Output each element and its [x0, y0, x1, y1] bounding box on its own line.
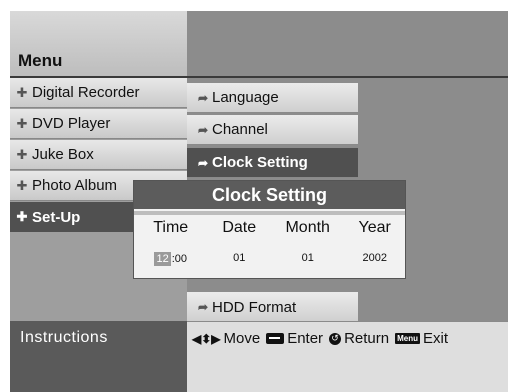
submenu-item-channel[interactable]: ➦ Channel: [187, 115, 358, 145]
right-arrow-icon: ➦: [198, 155, 209, 170]
minute-field[interactable]: :00: [172, 253, 187, 265]
plus-cross-icon: ✚: [16, 177, 28, 193]
month-header: Month: [285, 219, 330, 236]
submenu-item-label: Clock Setting: [212, 154, 308, 171]
menu-title: Menu: [18, 51, 63, 70]
submenu-item-clock-setting[interactable]: ➦ Clock Setting: [187, 148, 358, 178]
plus-cross-icon: ✚: [16, 146, 28, 162]
header-left: Menu: [10, 11, 187, 76]
return-hint: ↺ Return: [329, 330, 389, 347]
submenu-item-language[interactable]: ➦ Language: [187, 83, 358, 113]
year-header: Year: [358, 219, 391, 236]
plus-cross-icon: ✚: [16, 209, 28, 224]
enter-hint: Enter: [266, 330, 323, 347]
instructions-divider: [187, 321, 508, 322]
instructions-row: ◀⬍▶ Move Enter ↺ Return Menu Exit: [192, 330, 448, 347]
exit-label: Exit: [422, 330, 448, 347]
menu-item-juke-box[interactable]: ✚ Juke Box: [10, 140, 187, 170]
right-arrow-icon: ➦: [198, 90, 209, 105]
dialog-title: Clock Setting: [134, 181, 405, 209]
clock-setting-dialog: Clock Setting Time Date Month Year 12:00…: [133, 180, 406, 279]
osd-screen: Menu ✚ Digital Recorder ✚ DVD Player ✚ J…: [10, 11, 508, 392]
plus-cross-icon: ✚: [16, 84, 28, 100]
right-arrow-icon: ➦: [198, 122, 209, 137]
move-hint: ◀⬍▶ Move: [192, 330, 260, 347]
menu-item-label: DVD Player: [32, 115, 111, 132]
hour-field[interactable]: 12: [154, 252, 171, 266]
instructions-bar: ◀⬍▶ Move Enter ↺ Return Menu Exit: [187, 321, 508, 392]
month-field[interactable]: 01: [271, 252, 344, 266]
menu-item-digital-recorder[interactable]: ✚ Digital Recorder: [10, 78, 187, 108]
menu-item-label: Digital Recorder: [32, 84, 140, 101]
clock-field-values: 12:00 01 01 2002: [134, 252, 405, 266]
clock-field-headers: Time Date Month Year: [134, 219, 405, 237]
move-label: Move: [223, 330, 261, 347]
instructions-label-area: Instructions: [10, 321, 187, 392]
dialog-divider: [134, 211, 405, 215]
menu-item-dvd-player[interactable]: ✚ DVD Player: [10, 109, 187, 139]
instructions-label: Instructions: [20, 329, 108, 346]
enter-key-icon: [266, 333, 285, 344]
submenu-item-label: Channel: [212, 121, 268, 138]
enter-label: Enter: [287, 330, 324, 347]
exit-hint: Menu Exit: [395, 330, 448, 347]
year-field[interactable]: 2002: [344, 252, 405, 266]
right-arrow-icon: ➦: [198, 300, 209, 314]
date-field[interactable]: 01: [207, 252, 271, 266]
menu-item-label: Set-Up: [32, 208, 81, 226]
menu-item-label: Photo Album: [32, 177, 118, 194]
return-key-icon: ↺: [329, 332, 342, 345]
menu-item-label: Juke Box: [32, 146, 94, 163]
submenu-item-hdd-format[interactable]: ➦ HDD Format: [187, 292, 358, 322]
time-header: Time: [153, 219, 189, 236]
time-field[interactable]: 12:00: [134, 252, 207, 266]
menu-key-icon: Menu: [395, 333, 420, 344]
return-label: Return: [344, 330, 390, 347]
submenu-item-label: HDD Format: [212, 298, 297, 316]
header-right: [187, 11, 508, 76]
submenu-item-label: Language: [212, 89, 279, 106]
date-header: Date: [222, 219, 257, 236]
direction-arrows-icon: ◀⬍▶: [192, 331, 221, 346]
plus-cross-icon: ✚: [16, 115, 28, 131]
